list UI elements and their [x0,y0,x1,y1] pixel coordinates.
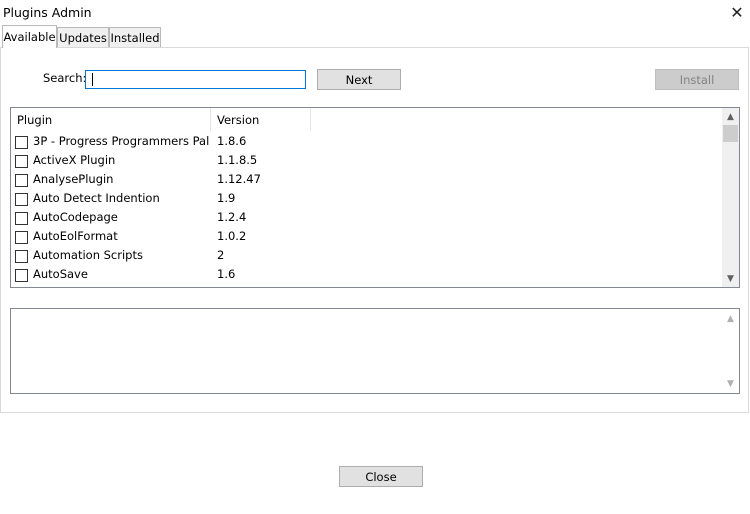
title-bar-marker [392,0,410,1]
plugin-version: 2 [217,248,224,262]
plugin-list[interactable]: Plugin Version 3P - Progress Programmers… [10,107,740,288]
tab-available[interactable]: Available [2,25,57,48]
list-scrollbar[interactable]: ▲ ▼ [722,108,739,287]
list-item[interactable]: AutoSave 1.6 [11,265,724,284]
scroll-up-icon[interactable]: ▲ [722,310,739,327]
list-item[interactable]: AnalysePlugin 1.12.47 [11,170,724,189]
plugin-description-box[interactable]: ▲ ▼ [10,308,740,394]
list-item[interactable]: AutoCodepage 1.2.4 [11,208,724,227]
plugin-checkbox[interactable] [15,136,28,149]
plugin-checkbox[interactable] [15,250,28,263]
text-caret [92,73,93,86]
plugin-name: AutoEolFormat [33,229,209,243]
list-item[interactable]: ActiveX Plugin 1.1.8.5 [11,151,724,170]
plugin-checkbox[interactable] [15,193,28,206]
list-item[interactable]: 3P - Progress Programmers Pal 1.8.6 [11,132,724,151]
plugin-checkbox[interactable] [15,174,28,187]
list-item-partial[interactable] [11,284,724,288]
plugin-version: 1.1.8.5 [217,153,257,167]
plugin-version: 1.2.4 [217,210,246,224]
plugin-checkbox[interactable] [15,231,28,244]
scroll-thumb[interactable] [723,125,738,142]
search-input[interactable] [85,70,306,89]
close-button[interactable]: Close [339,466,423,487]
plugin-name: AutoCodepage [33,210,209,224]
plugin-version: 1.12.47 [217,172,261,186]
plugin-name: Auto Detect Indention [33,191,209,205]
description-scrollbar[interactable]: ▲ ▼ [722,309,739,393]
tab-updates[interactable]: Updates [57,27,109,47]
plugin-checkbox[interactable] [15,212,28,225]
column-header-plugin[interactable]: Plugin [11,108,211,131]
scroll-up-icon[interactable]: ▲ [722,108,739,125]
scroll-down-icon[interactable]: ▼ [722,375,739,392]
plugin-version: 1.6 [217,267,235,281]
list-item[interactable]: AutoEolFormat 1.0.2 [11,227,724,246]
list-item[interactable]: Auto Detect Indention 1.9 [11,189,724,208]
plugin-version: 1.8.6 [217,134,246,148]
list-item[interactable]: Automation Scripts 2 [11,246,724,265]
next-button[interactable]: Next [317,69,401,90]
tab-installed[interactable]: Installed [109,27,161,47]
column-header-version[interactable]: Version [211,108,311,131]
window-title: Plugins Admin [3,5,92,20]
plugin-name: AnalysePlugin [33,172,209,186]
close-window-icon[interactable]: ✕ [724,0,750,24]
plugin-checkbox[interactable] [15,269,28,282]
plugin-checkbox[interactable] [15,155,28,168]
plugin-version: 1.0.2 [217,229,246,243]
plugin-name: Automation Scripts [33,248,209,262]
scroll-down-icon[interactable]: ▼ [722,270,739,287]
plugin-name: AutoSave [33,267,209,281]
install-button[interactable]: Install [655,69,739,90]
plugin-version: 1.9 [217,191,235,205]
search-label: Search: [43,71,86,85]
plugin-name: 3P - Progress Programmers Pal [33,134,209,148]
plugin-name: ActiveX Plugin [33,153,209,167]
